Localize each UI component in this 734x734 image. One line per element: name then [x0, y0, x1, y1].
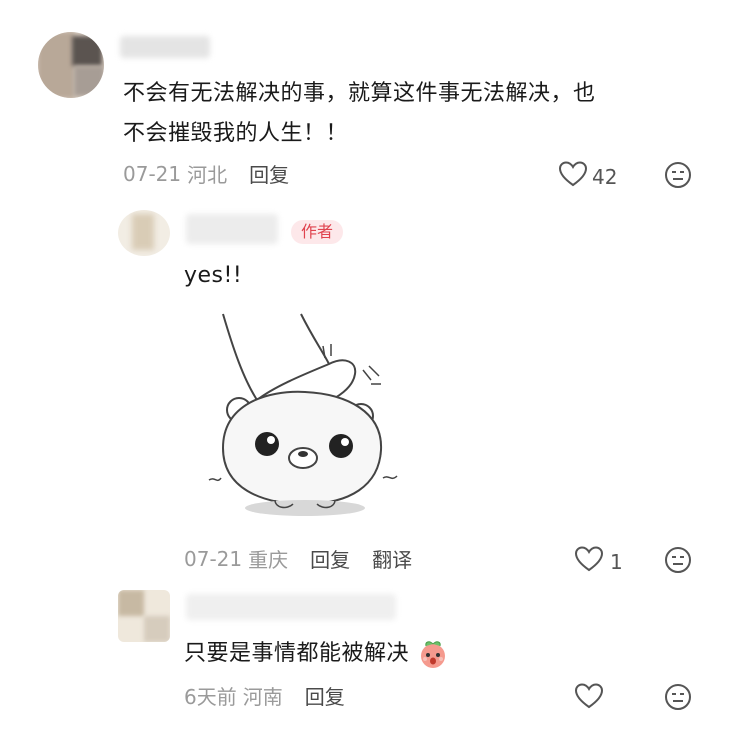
like-button[interactable]: 42 [558, 160, 617, 193]
comment-text: yes!! [184, 263, 243, 288]
comment-date: 6天前 [184, 685, 237, 709]
heart-icon [574, 682, 604, 715]
translate-button[interactable]: 翻译 [372, 544, 412, 573]
heart-icon [558, 160, 588, 193]
avatar[interactable] [38, 32, 104, 98]
comment-text: 只要是事情都能被解决 [184, 634, 449, 674]
comment-text: 不会有无法解决的事，就算这件事无法解决，也 不会摧毁我的人生！！ [123, 74, 596, 154]
like-count: 1 [610, 549, 623, 574]
comment-date: 07-21 [184, 546, 243, 571]
dislike-button[interactable] [664, 161, 692, 189]
username-blurred[interactable] [186, 214, 278, 244]
dislike-button[interactable] [664, 546, 692, 574]
like-button[interactable]: 1 [574, 545, 623, 578]
username-blurred[interactable] [120, 36, 210, 58]
dislike-face-icon [665, 684, 691, 710]
comment-meta: 6天前 河南 回复 [184, 681, 345, 710]
heart-icon [574, 545, 604, 578]
reply-button[interactable]: 回复 [305, 681, 345, 710]
comment-region: 重庆 [248, 548, 289, 572]
dislike-face-icon [665, 547, 691, 573]
comment-meta: 07-21 河北 回复 [123, 159, 289, 188]
comment-text-content: 只要是事情都能被解决 [184, 641, 410, 666]
comment-region: 河北 [187, 163, 228, 187]
comment-meta: 07-21 重庆 回复 翻译 [184, 544, 412, 573]
reply-button[interactable]: 回复 [249, 159, 289, 188]
peach-face-emoji [420, 641, 445, 668]
username-blurred[interactable] [186, 594, 396, 620]
dislike-face-icon [665, 162, 691, 188]
dislike-button[interactable] [664, 683, 692, 711]
comment-text-line: 不会有无法解决的事，就算这件事无法解决，也 [123, 81, 596, 106]
avatar[interactable] [118, 590, 170, 642]
bear-being-patted-sticker [208, 313, 398, 516]
comment-region: 河南 [242, 685, 283, 709]
like-button[interactable] [574, 682, 604, 715]
author-badge: 作者 [291, 220, 344, 244]
reply-button[interactable]: 回复 [310, 544, 350, 573]
avatar[interactable] [118, 210, 170, 256]
comment-date: 07-21 [123, 161, 182, 186]
comment-text-line: 不会摧毁我的人生！！ [123, 121, 349, 146]
like-count: 42 [592, 164, 618, 189]
